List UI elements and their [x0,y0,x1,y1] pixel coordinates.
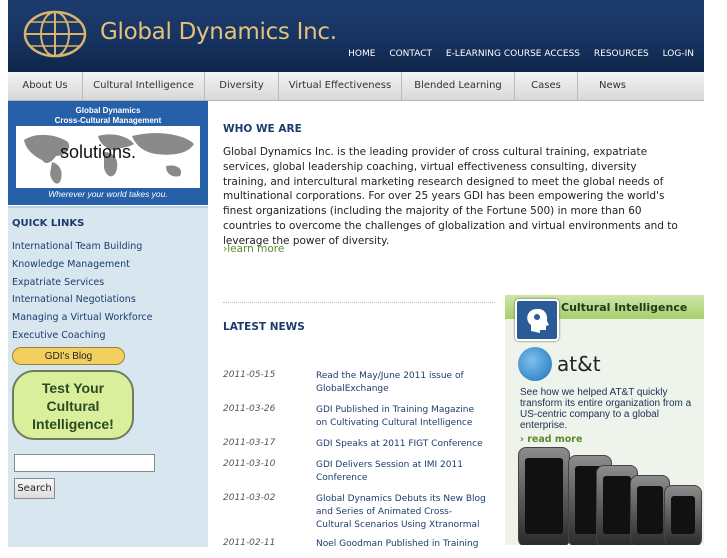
who-we-are-text: Global Dynamics Inc. is the leading prov… [223,146,678,247]
blog-button[interactable]: GDI's Blog [12,347,125,365]
news-date: 2011-03-10 [223,459,276,469]
read-more-label: read more [527,434,583,445]
globe-logo-icon[interactable] [23,10,87,58]
news-date: 2011-03-02 [223,493,276,503]
top-navigation: HOME CONTACT E-LEARNING COURSE ACCESS RE… [337,49,694,59]
learn-more-label: learn more [227,243,285,255]
news-headline[interactable]: Global Dynamics Debuts its New Blog and … [316,493,486,538]
news-list: 2011-05-15 Read the May/June 2011 issue … [223,370,498,558]
news-date: 2011-03-17 [223,438,276,448]
site-header: Global Dynamics Inc. HOME CONTACT E-LEAR… [8,0,704,72]
news-headline[interactable]: GDI Delivers Session at IMI 2011 Confere… [316,459,486,493]
banner-line-1: Global Dynamics [75,106,141,115]
nav-cultural-intelligence[interactable]: Cultural Intelligence [83,72,205,100]
main-navigation: About Us Cultural Intelligence Diversity… [8,72,704,101]
who-we-are-title: WHO WE ARE [223,123,302,135]
banner-headline: solutions. [60,142,137,162]
topnav-login[interactable]: LOG-IN [663,49,694,59]
topnav-elearning[interactable]: E-LEARNING COURSE ACCESS [446,49,580,59]
section-divider [223,302,495,303]
news-date: 2011-05-15 [223,370,276,380]
news-headline[interactable]: GDI Speaks at 2011 FIGT Conference [316,438,486,459]
left-sidebar: QUICK LINKS International Team Building … [8,206,208,547]
quick-link-executive-coaching[interactable]: Executive Coaching [12,330,152,348]
cultural-intelligence-feature[interactable]: Cultural Intelligence at&t See how we he… [505,295,704,545]
solutions-banner[interactable]: Global Dynamics Cross-Cultural Managemen… [8,101,208,205]
news-item[interactable]: 2011-05-15 Read the May/June 2011 issue … [223,370,498,404]
smartphones-image [518,445,704,545]
quick-link-knowledge-management[interactable]: Knowledge Management [12,259,152,277]
news-item[interactable]: 2011-03-02 Global Dynamics Debuts its Ne… [223,493,498,538]
news-item[interactable]: 2011-03-17 GDI Speaks at 2011 FIGT Confe… [223,438,498,459]
nav-cases[interactable]: Cases [515,72,578,100]
chevron-right-icon: › [520,434,524,445]
nav-news[interactable]: News [578,72,704,100]
quick-link-team-building[interactable]: International Team Building [12,241,152,259]
banner-tagline: Wherever your world takes you. [48,189,168,199]
quick-link-negotiations[interactable]: International Negotiations [12,294,152,312]
att-globe-icon [518,347,552,381]
nav-blended-learning[interactable]: Blended Learning [402,72,515,100]
news-item[interactable]: 2011-02-11 Noel Goodman Published in Tra… [223,538,498,558]
topnav-home[interactable]: HOME [348,49,375,59]
search-input[interactable] [14,454,155,472]
nav-about-us[interactable]: About Us [8,72,83,100]
test-cultural-intelligence-button[interactable]: Test Your Cultural Intelligence! [12,370,134,440]
news-date: 2011-02-11 [223,538,276,548]
feature-title[interactable]: Cultural Intelligence [561,301,687,314]
quick-links-heading: QUICK LINKS [12,218,85,229]
quick-link-virtual-workforce[interactable]: Managing a Virtual Workforce [12,312,152,330]
latest-news-title: LATEST NEWS [223,321,305,333]
nav-diversity[interactable]: Diversity [205,72,279,100]
news-headline[interactable]: Noel Goodman Published in Training [316,538,486,558]
quick-links-list: International Team Building Knowledge Ma… [12,241,152,348]
case-description: See how we helped AT&T quickly transform… [520,387,692,431]
news-item[interactable]: 2011-03-26 GDI Published in Training Mag… [223,404,498,438]
client-logo-text: at&t [557,352,601,376]
quick-link-expatriate-services[interactable]: Expatriate Services [12,277,152,295]
brand-name[interactable]: Global Dynamics Inc. [100,19,337,45]
news-headline[interactable]: GDI Published in Training Magazine on Cu… [316,404,486,438]
head-profile-icon [515,299,559,341]
phone-image [664,485,702,545]
nav-virtual-effectiveness[interactable]: Virtual Effectiveness [279,72,402,100]
topnav-resources[interactable]: RESOURCES [594,49,649,59]
search-button[interactable]: Search [14,478,55,499]
news-headline[interactable]: Read the May/June 2011 issue of GlobalEx… [316,370,486,404]
phone-image [518,447,570,545]
banner-line-2: Cross-Cultural Management [54,116,162,125]
news-item[interactable]: 2011-03-10 GDI Delivers Session at IMI 2… [223,459,498,493]
read-more-link[interactable]: › read more [520,434,582,445]
news-date: 2011-03-26 [223,404,276,414]
learn-more-link[interactable]: ›learn more [223,243,284,255]
topnav-contact[interactable]: CONTACT [389,49,432,59]
